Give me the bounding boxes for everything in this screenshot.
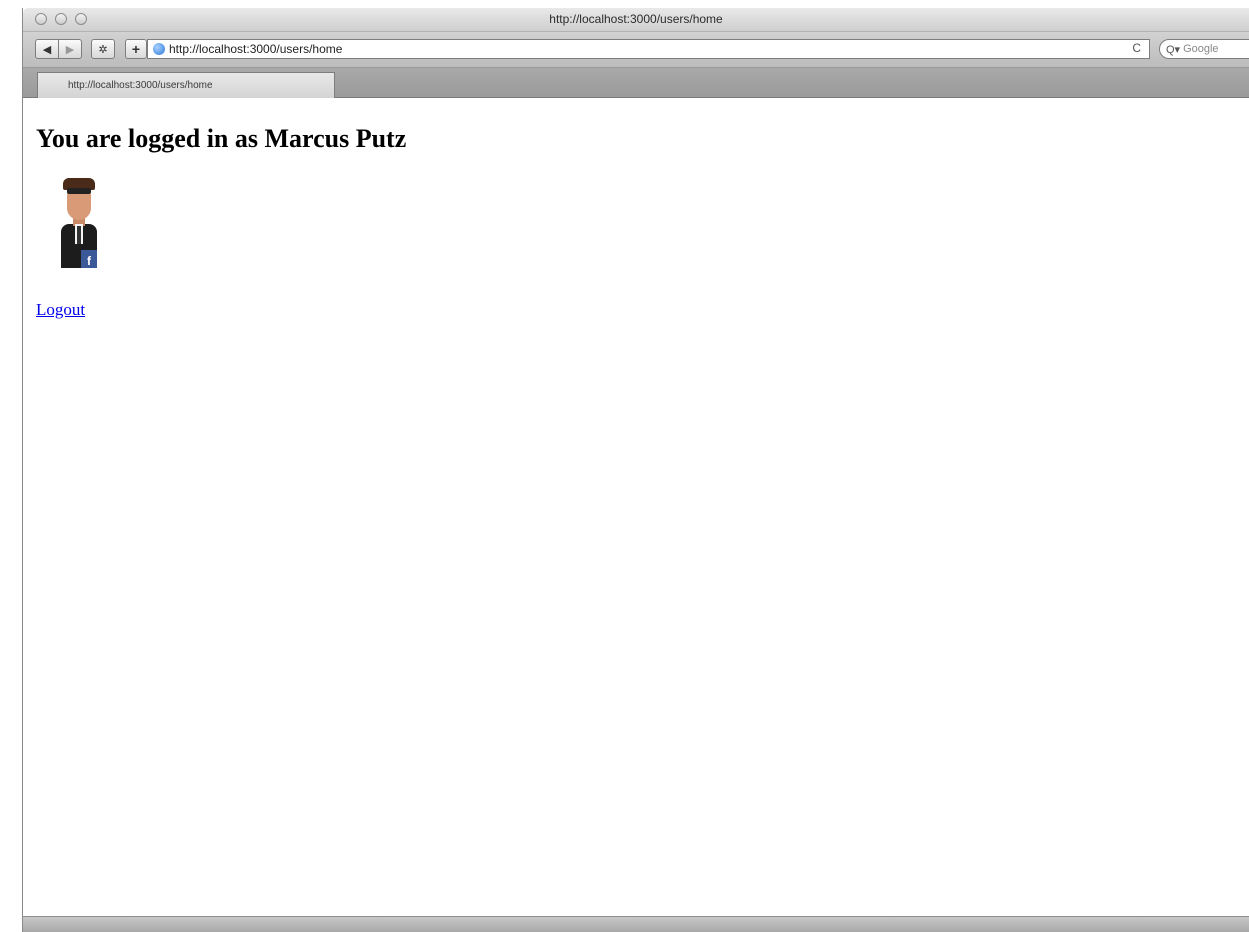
avatar-glasses bbox=[67, 188, 91, 194]
status-bar bbox=[23, 916, 1249, 932]
tab-label: http://localhost:3000/users/home bbox=[68, 80, 213, 91]
toolbar: ◀ ▶ ✲ + http://localhost:3000/users/home… bbox=[23, 32, 1249, 68]
back-button[interactable]: ◀ bbox=[35, 39, 59, 59]
url-text: http://localhost:3000/users/home bbox=[169, 42, 343, 56]
avatar-tie bbox=[77, 226, 81, 244]
add-bookmark-button[interactable]: + bbox=[125, 39, 147, 59]
forward-arrow-icon: ▶ bbox=[65, 43, 75, 56]
search-placeholder: Google bbox=[1183, 43, 1219, 55]
avatar: f bbox=[61, 178, 97, 268]
search-icon: Q▾ bbox=[1166, 43, 1181, 56]
address-bar[interactable]: http://localhost:3000/users/home C bbox=[147, 39, 1150, 59]
window-title: http://localhost:3000/users/home bbox=[549, 12, 723, 26]
forward-button[interactable]: ▶ bbox=[58, 39, 82, 59]
page-title: You are logged in as Marcus Putz bbox=[36, 124, 407, 153]
back-arrow-icon: ◀ bbox=[42, 43, 52, 56]
gear-icon: ✲ bbox=[98, 43, 108, 56]
reload-icon[interactable]: C bbox=[1132, 41, 1141, 55]
page-content: You are logged in as Marcus Putz f Logou… bbox=[23, 98, 1249, 916]
tab-bar: http://localhost:3000/users/home bbox=[23, 68, 1249, 98]
title-bar: http://localhost:3000/users/home bbox=[23, 8, 1249, 32]
search-input[interactable]: Q▾ Google bbox=[1159, 39, 1249, 59]
logout-link[interactable]: Logout bbox=[36, 300, 85, 320]
browser-window: http://localhost:3000/users/home ◀ ▶ ✲ +… bbox=[22, 8, 1249, 932]
plus-icon: + bbox=[131, 41, 141, 57]
globe-icon bbox=[153, 43, 165, 55]
facebook-icon: f bbox=[81, 250, 97, 268]
desktop-edge bbox=[0, 0, 22, 932]
tab-users-home[interactable]: http://localhost:3000/users/home bbox=[37, 72, 335, 98]
action-menu-button[interactable]: ✲ bbox=[91, 39, 115, 59]
